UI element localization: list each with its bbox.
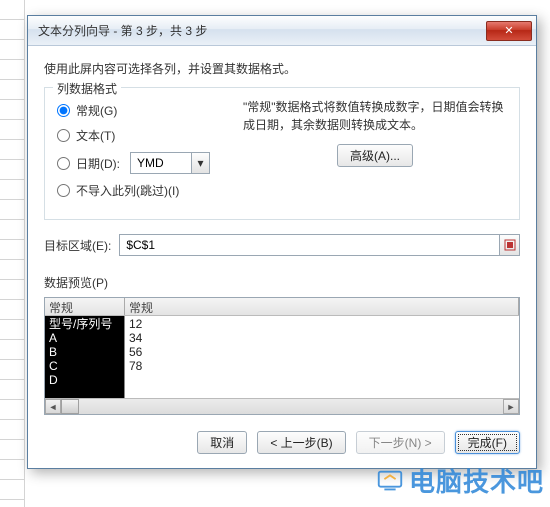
dialog-footer: 取消 < 上一步(B) 下一步(N) > 完成(F) xyxy=(44,431,520,454)
finish-button[interactable]: 完成(F) xyxy=(455,431,520,454)
cell: B xyxy=(49,345,120,359)
destination-input-wrap xyxy=(119,234,520,256)
radio-date[interactable]: 日期(D): ▾ xyxy=(57,152,227,174)
cell: D xyxy=(49,373,120,387)
radio-text-label: 文本(T) xyxy=(76,127,115,144)
scroll-thumb[interactable] xyxy=(61,399,79,414)
chevron-down-icon: ▾ xyxy=(197,156,203,170)
preview-col2[interactable]: 12 34 56 78 xyxy=(125,316,519,398)
scroll-left-button[interactable]: ◄ xyxy=(45,399,61,414)
dropdown-button[interactable]: ▾ xyxy=(191,153,209,173)
radio-text-input[interactable] xyxy=(57,129,70,142)
date-format-value[interactable] xyxy=(131,153,191,173)
watermark-icon xyxy=(375,466,405,496)
instruction-text: 使用此屏内容可选择各列，并设置其数据格式。 xyxy=(44,60,520,77)
radio-general-input[interactable] xyxy=(57,104,70,117)
spreadsheet-gutter xyxy=(0,0,25,507)
cell: C xyxy=(49,359,120,373)
cell: 78 xyxy=(129,359,515,373)
preview-label: 数据预览(P) xyxy=(44,274,520,291)
advanced-button-label: 高级(A)... xyxy=(350,147,400,164)
date-format-select[interactable]: ▾ xyxy=(130,152,210,174)
advanced-button[interactable]: 高级(A)... xyxy=(337,144,413,167)
watermark: 电脑技术吧 xyxy=(375,462,544,499)
format-description: "常规"数据格式将数值转换成数字，日期值会转换成日期，其余数据则转换成文本。 xyxy=(243,98,507,134)
triangle-right-icon: ► xyxy=(507,402,516,412)
radio-skip-label: 不导入此列(跳过)(I) xyxy=(76,182,179,199)
radio-general-label: 常规(G) xyxy=(76,102,117,119)
group-legend: 列数据格式 xyxy=(53,80,121,97)
finish-button-label: 完成(F) xyxy=(468,434,507,451)
preview-grid: 型号/序列号 A B C D 12 34 56 78 xyxy=(45,316,519,398)
triangle-left-icon: ◄ xyxy=(49,402,58,412)
cancel-button[interactable]: 取消 xyxy=(197,431,247,454)
cancel-button-label: 取消 xyxy=(210,434,234,451)
scroll-track[interactable] xyxy=(61,399,503,414)
next-button: 下一步(N) > xyxy=(356,431,445,454)
radio-date-input[interactable] xyxy=(57,157,70,170)
range-selector-icon xyxy=(504,239,516,251)
column-format-group: 列数据格式 常规(G) 文本(T) 日期(D): xyxy=(44,87,520,220)
back-button-label: < 上一步(B) xyxy=(270,434,332,451)
radio-general[interactable]: 常规(G) xyxy=(57,102,227,119)
next-button-label: 下一步(N) > xyxy=(369,434,432,451)
cell: A xyxy=(49,331,120,345)
preview-scrollbar[interactable]: ◄ ► xyxy=(45,398,519,414)
scroll-right-button[interactable]: ► xyxy=(503,399,519,414)
watermark-text: 电脑技术吧 xyxy=(409,462,544,499)
cell: 34 xyxy=(129,331,515,345)
cell: 型号/序列号 xyxy=(49,317,120,331)
destination-input[interactable] xyxy=(120,235,499,255)
titlebar[interactable]: 文本分列向导 - 第 3 步，共 3 步 ✕ xyxy=(28,16,536,46)
preview-col1-header[interactable]: 常规 xyxy=(45,298,125,315)
radio-text[interactable]: 文本(T) xyxy=(57,127,227,144)
radio-skip[interactable]: 不导入此列(跳过)(I) xyxy=(57,182,227,199)
window-title: 文本分列向导 - 第 3 步，共 3 步 xyxy=(38,22,486,39)
close-icon: ✕ xyxy=(504,24,513,37)
radio-date-label: 日期(D): xyxy=(76,155,120,172)
back-button[interactable]: < 上一步(B) xyxy=(257,431,345,454)
cell: 56 xyxy=(129,345,515,359)
preview-col1[interactable]: 型号/序列号 A B C D xyxy=(45,316,125,398)
data-preview: 常规 常规 型号/序列号 A B C D 12 34 56 78 xyxy=(44,297,520,415)
preview-header: 常规 常规 xyxy=(45,298,519,316)
text-to-columns-wizard-dialog: 文本分列向导 - 第 3 步，共 3 步 ✕ 使用此屏内容可选择各列，并设置其数… xyxy=(27,15,537,469)
close-button[interactable]: ✕ xyxy=(486,21,532,41)
radio-skip-input[interactable] xyxy=(57,184,70,197)
preview-col2-header[interactable]: 常规 xyxy=(125,298,519,315)
range-selector-button[interactable] xyxy=(499,235,519,255)
destination-label: 目标区域(E): xyxy=(44,237,111,254)
cell: 12 xyxy=(129,317,515,331)
